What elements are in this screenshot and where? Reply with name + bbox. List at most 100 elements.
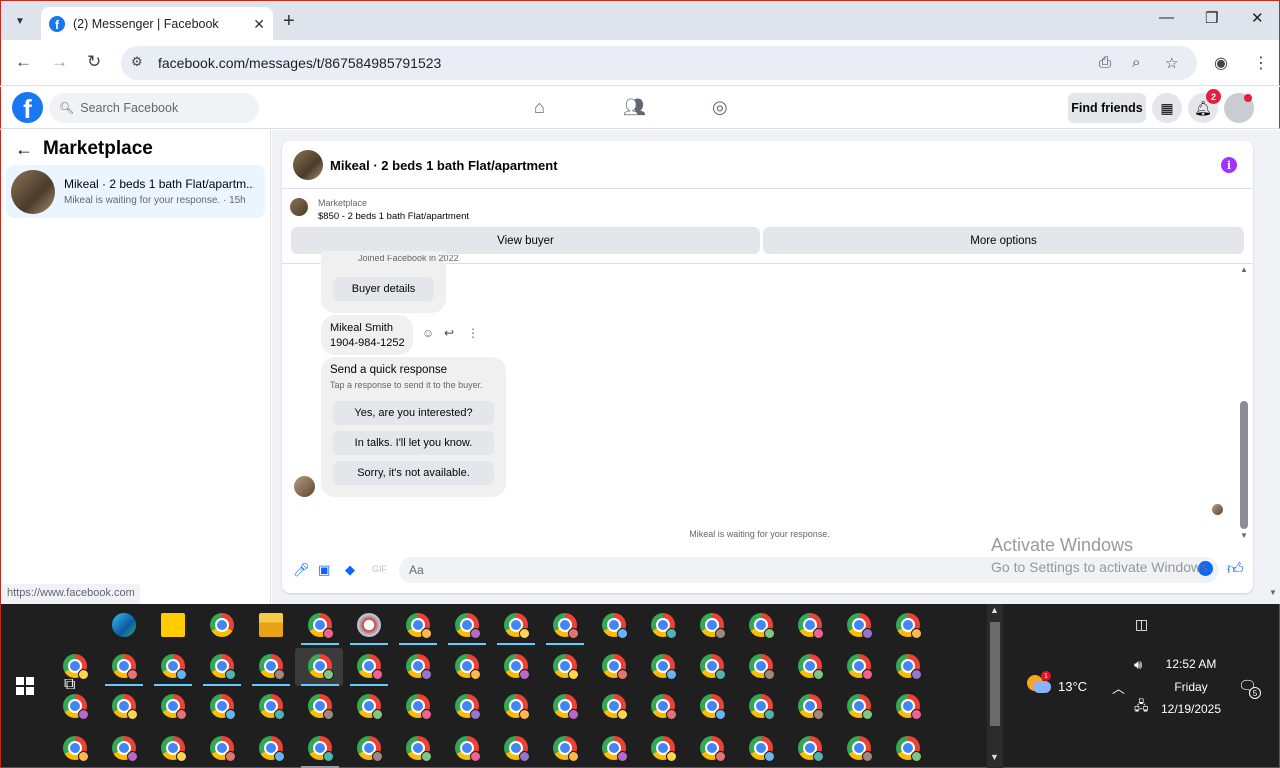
- view-buyer-button[interactable]: View buyer: [291, 227, 760, 254]
- chrome-window-icon[interactable]: [798, 613, 824, 639]
- chrome-window-icon[interactable]: [455, 613, 481, 639]
- meet-now-icon[interactable]: ◫: [1135, 616, 1148, 633]
- chrome-window-icon[interactable]: [161, 654, 187, 680]
- chrome-window-icon[interactable]: [553, 654, 579, 680]
- new-tab-button[interactable]: +: [283, 10, 295, 33]
- reload-icon[interactable]: ↻: [87, 52, 101, 72]
- chrome-window-icon[interactable]: [847, 694, 873, 720]
- chrome-window-icon[interactable]: [210, 654, 236, 680]
- chrome-window-icon[interactable]: [798, 736, 824, 762]
- home-icon[interactable]: ⌂: [534, 97, 545, 118]
- listing-banner[interactable]: Marketplace $850 - 2 beds 1 bath Flat/ap…: [282, 190, 1253, 225]
- bookmark-star-icon[interactable]: ☆: [1165, 54, 1178, 72]
- quick-response-not-available[interactable]: Sorry, it's not available.: [333, 461, 494, 485]
- chrome-window-icon[interactable]: [749, 654, 775, 680]
- chat-listing-thumbnail[interactable]: [293, 150, 323, 180]
- minimize-icon[interactable]: —: [1159, 9, 1174, 26]
- chrome-window-icon[interactable]: [63, 736, 89, 762]
- back-arrow-icon[interactable]: ←: [15, 139, 33, 160]
- install-app-icon[interactable]: ⎙: [1099, 54, 1111, 71]
- chrome-window-icon[interactable]: [602, 613, 628, 639]
- chrome-window-icon[interactable]: [749, 694, 775, 720]
- chrome-window-icon[interactable]: [504, 654, 530, 680]
- taskbar-scrollbar[interactable]: ▲ ▼: [987, 604, 1003, 768]
- temperature[interactable]: 13°C: [1058, 679, 1087, 694]
- zoom-icon[interactable]: ⌕: [1132, 54, 1140, 71]
- chrome-window-icon[interactable]: [259, 654, 285, 680]
- task-view-icon[interactable]: ⧉: [64, 676, 75, 694]
- chrome-window-icon[interactable]: [504, 613, 530, 639]
- clock-time[interactable]: 12:52 AM: [1154, 657, 1228, 671]
- taskbar-scroll-down-icon[interactable]: ▼: [990, 752, 999, 762]
- chrome-window-icon[interactable]: [112, 654, 138, 680]
- scroll-up-icon[interactable]: ▲: [1240, 265, 1248, 274]
- browser-tab-messenger[interactable]: f (2) Messenger | Facebook ✕: [41, 7, 273, 41]
- chrome-window-icon[interactable]: [896, 654, 922, 680]
- chrome-window-icon[interactable]: [798, 694, 824, 720]
- chrome-window-icon[interactable]: [651, 654, 677, 680]
- chrome-window-icon[interactable]: [896, 694, 922, 720]
- scroll-thumb[interactable]: [1240, 401, 1248, 529]
- back-icon[interactable]: ←: [15, 52, 32, 72]
- chrome-window-icon[interactable]: [602, 736, 628, 762]
- chrome-window-icon[interactable]: [455, 654, 481, 680]
- chat-scrollbar[interactable]: ▲ ▼: [1238, 265, 1250, 543]
- chrome-window-icon[interactable]: [651, 736, 677, 762]
- tab-search-chevron-icon[interactable]: ▼: [7, 8, 33, 34]
- facebook-search-input[interactable]: 🔍︎ Search Facebook: [49, 93, 259, 123]
- conversation-item[interactable]: Mikeal · 2 beds 1 bath Flat/apartm... Mi…: [6, 165, 265, 218]
- friends-icon[interactable]: 👥︎: [623, 97, 646, 118]
- chrome-window-icon[interactable]: [700, 654, 726, 680]
- chrome-window-icon[interactable]: [308, 736, 334, 762]
- chrome-window-icon[interactable]: [504, 694, 530, 720]
- reply-icon[interactable]: ↩: [444, 326, 454, 340]
- microphone-icon[interactable]: 🎤︎: [293, 562, 310, 578]
- chrome-window-icon[interactable]: [700, 694, 726, 720]
- windows-start-icon[interactable]: [16, 677, 34, 695]
- chrome-window-icon[interactable]: [406, 736, 432, 762]
- paint-app-icon[interactable]: [357, 613, 381, 637]
- forward-icon[interactable]: →: [51, 52, 68, 72]
- sticky-notes-icon[interactable]: [161, 613, 185, 637]
- chrome-window-icon[interactable]: [357, 654, 383, 680]
- url-text[interactable]: facebook.com/messages/t/867584985791523: [158, 55, 441, 71]
- chrome-window-icon[interactable]: [749, 613, 775, 639]
- chrome-window-icon[interactable]: [651, 694, 677, 720]
- more-options-button[interactable]: More options: [763, 227, 1244, 254]
- chat-title[interactable]: Mikeal · 2 beds 1 bath Flat/apartment: [330, 158, 558, 173]
- quick-response-in-talks[interactable]: In talks. I'll let you know.: [333, 431, 494, 455]
- chrome-window-icon[interactable]: [210, 694, 236, 720]
- menu-grid-icon[interactable]: ▦: [1152, 93, 1182, 123]
- quick-response-yes[interactable]: Yes, are you interested?: [333, 401, 494, 425]
- taskbar-scroll-thumb[interactable]: [990, 622, 1000, 726]
- chrome-window-icon[interactable]: [161, 736, 187, 762]
- buyer-details-button[interactable]: Buyer details: [333, 277, 434, 301]
- find-friends-button[interactable]: Find friends: [1068, 93, 1146, 123]
- chrome-window-icon[interactable]: [112, 736, 138, 762]
- info-icon[interactable]: i: [1221, 157, 1237, 173]
- clock-day[interactable]: Friday: [1154, 680, 1228, 694]
- show-hidden-icons-chevron-icon[interactable]: ︿: [1112, 678, 1125, 697]
- weather-icon[interactable]: 1: [1025, 671, 1051, 695]
- file-explorer-icon[interactable]: [259, 613, 283, 637]
- sticker-icon[interactable]: ◆: [345, 562, 355, 578]
- chrome-window-icon[interactable]: [847, 613, 873, 639]
- chrome-window-icon[interactable]: [406, 613, 432, 639]
- chrome-window-icon[interactable]: [700, 613, 726, 639]
- gif-icon[interactable]: GIF: [372, 564, 387, 574]
- react-emoji-icon[interactable]: ☺: [422, 326, 434, 340]
- network-icon[interactable]: 🖧︎: [1134, 697, 1149, 719]
- address-bar[interactable]: ⚙ facebook.com/messages/t/86758498579152…: [121, 46, 1197, 80]
- page-scroll-down-icon[interactable]: ▼: [1269, 588, 1277, 597]
- chrome-window-icon[interactable]: [749, 736, 775, 762]
- chrome-window-icon[interactable]: [602, 654, 628, 680]
- chrome-window-icon[interactable]: [63, 694, 89, 720]
- photo-icon[interactable]: ▣: [318, 562, 330, 578]
- chrome-window-icon[interactable]: [406, 654, 432, 680]
- chrome-window-icon[interactable]: [504, 736, 530, 762]
- menu-kebab-icon[interactable]: ⋮: [1253, 53, 1269, 73]
- chrome-window-icon[interactable]: [553, 613, 579, 639]
- volume-icon[interactable]: 🔊︎: [1134, 657, 1142, 673]
- tab-close-icon[interactable]: ✕: [253, 16, 265, 33]
- chrome-window-icon[interactable]: [357, 736, 383, 762]
